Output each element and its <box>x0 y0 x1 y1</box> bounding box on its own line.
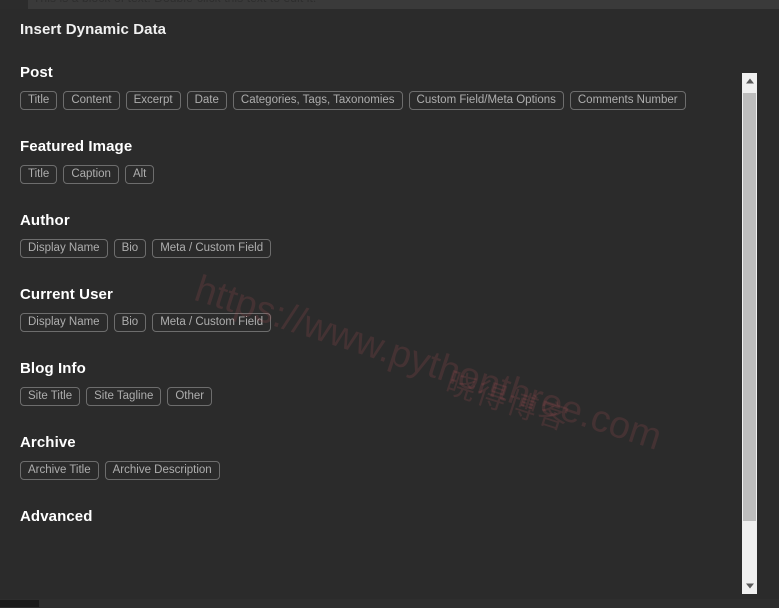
section-heading: Featured Image <box>20 138 133 155</box>
dynamic-data-chip[interactable]: Site Title <box>20 387 81 406</box>
dynamic-data-chip[interactable]: Archive Description <box>104 461 220 480</box>
panel-scroll-body[interactable]: Post Title Content Excerpt Date Categories, T… <box>0 64 742 599</box>
dynamic-data-chip[interactable]: Meta / Custom Field <box>152 239 272 258</box>
section-advanced: Advanced <box>20 508 742 525</box>
dynamic-data-chip[interactable]: Categories, Tags, Taxonomies <box>232 91 403 110</box>
chip-row: Site Title Site Tagline Other <box>20 387 742 406</box>
section-heading: Post <box>20 64 53 81</box>
section-heading: Author <box>20 212 70 229</box>
chip-row: Display Name Bio Meta / Custom Field <box>20 313 742 332</box>
section-featured-image: Featured Image Title Caption Alt <box>20 138 742 184</box>
chip-row: Title Content Excerpt Date Categories, Tags,… <box>20 91 742 110</box>
dynamic-data-chip[interactable]: Excerpt <box>125 91 181 110</box>
insert-dynamic-data-panel: Insert Dynamic Data Post Title Content Exce… <box>0 9 779 599</box>
dynamic-data-chip[interactable]: Title <box>20 165 58 184</box>
background-color-swatch <box>0 0 28 9</box>
vertical-scroll-thumb[interactable] <box>743 93 756 521</box>
section-blog-info: Blog Info Site Title Site Tagline Other <box>20 360 742 406</box>
dynamic-data-chip[interactable]: Comments Number <box>569 91 686 110</box>
section-heading: Current User <box>20 286 113 303</box>
scroll-up-button[interactable] <box>742 73 757 89</box>
panel-title: Insert Dynamic Data <box>20 21 167 38</box>
horizontal-scrollbar[interactable] <box>0 599 779 608</box>
background-text-line: This is a block of text. Double-click th… <box>33 0 316 5</box>
dynamic-data-chip[interactable]: Site Tagline <box>86 387 162 406</box>
chevron-down-icon <box>745 583 754 589</box>
section-heading: Blog Info <box>20 360 86 377</box>
section-post: Post Title Content Excerpt Date Categories, T… <box>20 64 742 110</box>
dynamic-data-chip[interactable]: Content <box>63 91 120 110</box>
section-heading: Advanced <box>20 508 93 525</box>
dynamic-data-chip[interactable]: Alt <box>124 165 155 184</box>
chip-row: Archive Title Archive Description <box>20 461 742 480</box>
scroll-down-button[interactable] <box>742 578 757 594</box>
chip-row: Display Name Bio Meta / Custom Field <box>20 239 742 258</box>
dynamic-data-chip[interactable]: Display Name <box>20 313 108 332</box>
dynamic-data-chip[interactable]: Bio <box>113 313 147 332</box>
dynamic-data-chip[interactable]: Bio <box>113 239 147 258</box>
dynamic-data-chip[interactable]: Display Name <box>20 239 108 258</box>
section-current-user: Current User Display Name Bio Meta / Custom… <box>20 286 742 332</box>
section-heading: Archive <box>20 434 76 451</box>
panel-content: Post Title Content Excerpt Date Categories, T… <box>0 64 742 525</box>
dynamic-data-chip[interactable]: Archive Title <box>20 461 99 480</box>
horizontal-scroll-thumb[interactable] <box>0 600 39 607</box>
chip-row: Title Caption Alt <box>20 165 742 184</box>
dynamic-data-chip[interactable]: Meta / Custom Field <box>152 313 272 332</box>
vertical-scrollbar[interactable] <box>742 73 757 594</box>
vertical-scroll-track[interactable] <box>742 89 757 578</box>
dynamic-data-chip[interactable]: Caption <box>63 165 119 184</box>
dynamic-data-chip[interactable]: Date <box>186 91 227 110</box>
chevron-up-icon <box>745 78 754 84</box>
dynamic-data-chip[interactable]: Title <box>20 91 58 110</box>
dynamic-data-chip[interactable]: Custom Field/Meta Options <box>408 91 564 110</box>
section-author: Author Display Name Bio Meta / Custom Field <box>20 212 742 258</box>
dynamic-data-chip[interactable]: Other <box>167 387 213 406</box>
background-editor-strip: This is a block of text. Double-click th… <box>0 0 779 9</box>
section-archive: Archive Archive Title Archive Description <box>20 434 742 480</box>
